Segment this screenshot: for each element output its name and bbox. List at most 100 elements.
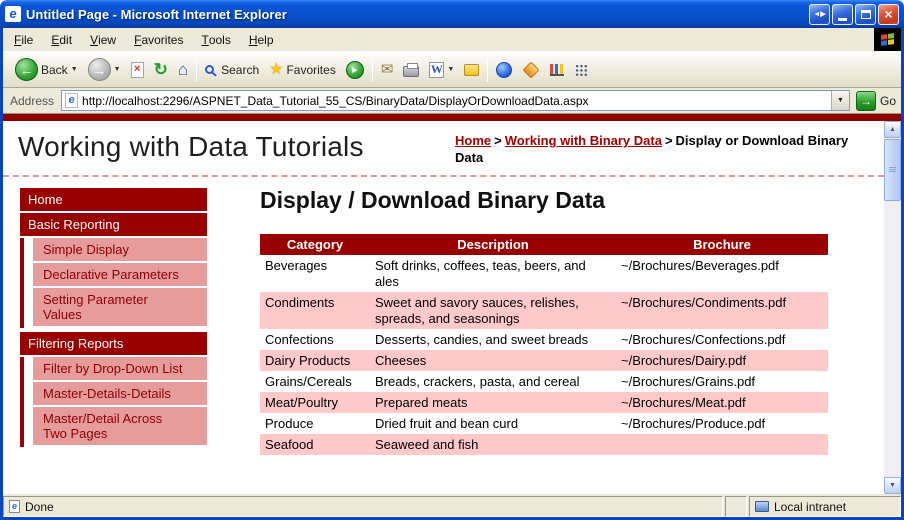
breadcrumb-separator: >: [494, 133, 502, 148]
close-button[interactable]: ×: [878, 4, 899, 25]
toolbar-separator: [372, 58, 373, 82]
forward-button[interactable]: → ▼: [83, 55, 126, 85]
table-header-row: CategoryDescriptionBrochure: [260, 234, 828, 255]
scrollbar-thumb[interactable]: [884, 139, 901, 201]
mail-button[interactable]: ✉: [376, 55, 399, 85]
print-icon: [403, 66, 419, 77]
cell-brochure: ~/Brochures/Produce.pdf: [616, 413, 828, 434]
cell-brochure: ~/Brochures/Beverages.pdf: [616, 255, 828, 292]
toolbar-separator: [196, 58, 197, 82]
search-button[interactable]: Search: [200, 55, 264, 85]
scroll-up-button[interactable]: ▲: [884, 121, 901, 138]
home-button[interactable]: ⌂: [173, 55, 193, 85]
document-icon: [9, 500, 20, 513]
menu-file[interactable]: File: [5, 28, 42, 51]
address-bar: Address e http://localhost:2296/ASPNET_D…: [3, 88, 901, 114]
research-button[interactable]: [545, 55, 569, 85]
window-controls: ◄▶ ×: [809, 4, 899, 25]
page-icon: e: [65, 93, 78, 108]
sidebar-item-simple-display[interactable]: Simple Display: [33, 238, 207, 261]
breadcrumb-link-working-with-binary-data[interactable]: Working with Binary Data: [505, 133, 662, 148]
table-body: BeveragesSoft drinks, coffees, teas, bee…: [260, 255, 828, 455]
messenger-button[interactable]: [491, 55, 517, 85]
window-arrows-button[interactable]: ◄▶: [809, 4, 830, 25]
table-head: CategoryDescriptionBrochure: [260, 234, 828, 255]
media-play-glyph: ▸: [352, 63, 358, 76]
page-viewport: Working with Data Tutorials Home>Working…: [3, 121, 901, 494]
media-button[interactable]: ▸: [341, 55, 369, 85]
table-row-confections: ConfectionsDesserts, candies, and sweet …: [260, 329, 828, 350]
data-table: CategoryDescriptionBrochure BeveragesSof…: [260, 234, 828, 455]
sidebar-item-home[interactable]: Home: [20, 188, 207, 211]
forward-dropdown-icon[interactable]: ▼: [114, 66, 121, 73]
sidebar-item-basic-reporting[interactable]: Basic Reporting: [20, 213, 207, 236]
sidebar-item-master-details-details[interactable]: Master-Details-Details: [33, 382, 207, 405]
status-middle-panel: [725, 496, 747, 517]
print-button[interactable]: [398, 55, 424, 85]
cell-brochure: ~/Brochures/Confections.pdf: [616, 329, 828, 350]
table-row-beverages: BeveragesSoft drinks, coffees, teas, bee…: [260, 255, 828, 292]
go-button[interactable]: → Go: [856, 91, 896, 111]
status-bar: Done Local intranet: [3, 494, 901, 517]
back-icon: ←: [15, 58, 38, 81]
scroll-down-button[interactable]: ▼: [884, 477, 901, 494]
back-button[interactable]: ← Back ▼: [10, 55, 83, 85]
address-dropdown-button[interactable]: ▼: [831, 91, 849, 110]
search-icon: [205, 65, 214, 74]
sidebar-item-filter-by-drop-down-list[interactable]: Filter by Drop-Down List: [33, 357, 207, 380]
stop-button[interactable]: ×: [126, 55, 149, 85]
cell-category: Produce: [260, 413, 370, 434]
cell-description: Dried fruit and bean curd: [370, 413, 616, 434]
refresh-icon: ↻: [154, 61, 168, 78]
windows-flag-icon: [881, 33, 894, 46]
cell-category: Seafood: [260, 434, 370, 455]
cell-description: Prepared meats: [370, 392, 616, 413]
sidebar-item-filtering-reports[interactable]: Filtering Reports: [20, 332, 207, 355]
sidebar-item-master-detail-across-two-pages[interactable]: Master/Detail Across Two Pages: [33, 407, 207, 445]
menu-tools[interactable]: Tools: [192, 28, 239, 51]
back-dropdown-icon[interactable]: ▼: [71, 66, 78, 73]
home-icon: ⌂: [178, 61, 188, 78]
minimize-button[interactable]: [832, 4, 853, 25]
quick-links-button[interactable]: [569, 55, 592, 85]
breadcrumb-link-home[interactable]: Home: [455, 133, 491, 148]
back-label: Back: [41, 63, 68, 77]
cell-description: Breads, crackers, pasta, and cereal: [370, 371, 616, 392]
breadcrumb: Home>Working with Binary Data>Display or…: [455, 132, 868, 166]
vertical-scrollbar[interactable]: ▲ ▼: [884, 121, 901, 494]
cell-category: Meat/Poultry: [260, 392, 370, 413]
title-bar[interactable]: e Untitled Page - Microsoft Internet Exp…: [0, 0, 904, 28]
menu-view[interactable]: View: [81, 28, 125, 51]
favorites-star-icon: ★: [269, 62, 283, 78]
table-row-condiments: CondimentsSweet and savory sauces, relis…: [260, 292, 828, 329]
cell-category: Grains/Cereals: [260, 371, 370, 392]
page-header: Working with Data Tutorials Home>Working…: [3, 121, 884, 177]
refresh-button[interactable]: ↻: [149, 55, 173, 85]
mail-icon: ✉: [381, 62, 394, 77]
cell-description: Soft drinks, coffees, teas, beers, and a…: [370, 255, 616, 292]
window-title: Untitled Page - Microsoft Internet Explo…: [26, 7, 287, 22]
breadcrumb-separator: >: [665, 133, 673, 148]
discuss-button[interactable]: [459, 55, 484, 85]
edit-dropdown-icon[interactable]: ▼: [447, 66, 454, 73]
zone-text: Local intranet: [774, 500, 846, 514]
sidebar-item-declarative-parameters[interactable]: Declarative Parameters: [33, 263, 207, 286]
windows-logo-throbber: [874, 28, 901, 51]
maximize-button[interactable]: [855, 4, 876, 25]
scroll-down-icon: ▼: [889, 482, 896, 489]
menu-edit[interactable]: Edit: [42, 28, 81, 51]
page-top-band: [3, 114, 901, 121]
table-row-dairy-products: Dairy ProductsCheeses~/Brochures/Dairy.p…: [260, 350, 828, 371]
toolbar: ← Back ▼ → ▼ × ↻ ⌂ Search ★ Favorites ▸: [3, 52, 901, 88]
sidebar-item-setting-parameter-values[interactable]: Setting Parameter Values: [33, 288, 207, 326]
table-row-produce: ProduceDried fruit and bean curd~/Brochu…: [260, 413, 828, 434]
menu-favorites[interactable]: Favorites: [125, 28, 192, 51]
scroll-up-icon: ▲: [889, 126, 896, 133]
go-arrow-glyph: →: [860, 94, 872, 108]
menu-help[interactable]: Help: [240, 28, 283, 51]
address-dropdown-icon: ▼: [837, 97, 844, 104]
msn-button[interactable]: [517, 55, 545, 85]
favorites-button[interactable]: ★ Favorites: [264, 55, 341, 85]
address-input[interactable]: e http://localhost:2296/ASPNET_Data_Tuto…: [61, 90, 850, 111]
edit-with-word-button[interactable]: W ▼: [424, 55, 459, 85]
